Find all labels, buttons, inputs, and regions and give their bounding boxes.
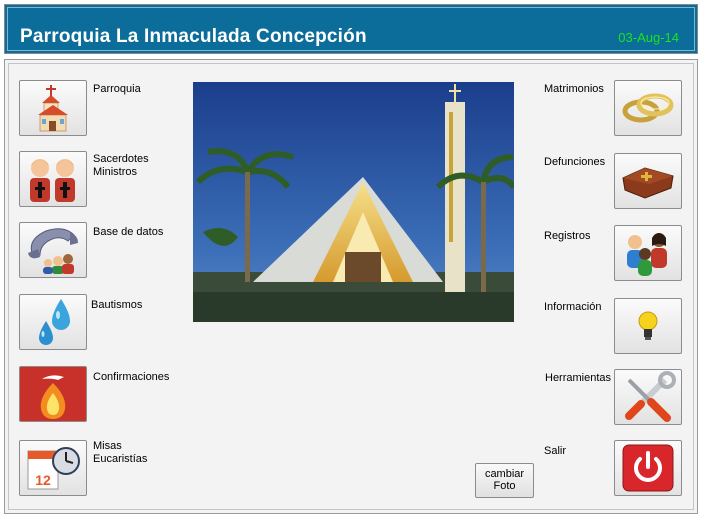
people-icon [627, 233, 667, 276]
salir-label: Salir [544, 445, 567, 457]
cambiar-foto-button[interactable]: cambiar Foto [475, 463, 534, 498]
misas-eucaristias-label: Misas Eucaristías [93, 440, 148, 465]
matrimonios-button[interactable] [614, 80, 682, 136]
base-de-datos-button[interactable] [19, 222, 87, 278]
holy-spirit-flame-icon [22, 369, 84, 419]
herramientas-button[interactable] [614, 369, 682, 425]
informacion-button[interactable] [614, 298, 682, 354]
current-date: 03-Aug-14 [618, 30, 679, 45]
calendar-clock-icon: 12 [27, 447, 80, 490]
phone-contacts-icon [28, 228, 78, 274]
herramientas-label: Herramientas [545, 372, 612, 384]
defunciones-button[interactable] [614, 153, 682, 209]
misas-eucaristias-button[interactable]: 12 [19, 440, 87, 496]
church-icon [38, 85, 68, 132]
power-icon [622, 444, 674, 492]
parroquia-label: Parroquia [93, 83, 141, 95]
registros-button[interactable] [614, 225, 682, 281]
confirmaciones-label: Confirmaciones [93, 371, 170, 383]
parroquia-button[interactable] [19, 80, 87, 136]
sacerdotes-ministros-label: Sacerdotes Ministros [93, 153, 149, 178]
svg-text:12: 12 [35, 472, 51, 488]
base-de-datos-label: Base de datos [93, 226, 164, 238]
bautismos-button[interactable] [19, 294, 87, 350]
water-drops-icon [39, 299, 70, 345]
registros-label: Registros [544, 230, 591, 242]
bautismos-label: Bautismos [91, 299, 143, 311]
church-photo [193, 82, 514, 322]
app-title: Parroquia La Inmaculada Concepción [20, 26, 367, 47]
wedding-rings-icon [622, 93, 674, 123]
salir-button[interactable] [614, 440, 682, 496]
sacerdotes-ministros-button[interactable] [19, 151, 87, 207]
priests-icon [30, 159, 75, 202]
lightbulb-icon [638, 311, 658, 340]
defunciones-label: Defunciones [544, 156, 606, 168]
tools-icon [625, 371, 676, 422]
church-photo-image [193, 82, 514, 322]
matrimonios-label: Matrimonios [544, 83, 604, 95]
informacion-label: Información [544, 301, 602, 313]
title-bar: Parroquia La Inmaculada Concepción 03-Au… [4, 4, 698, 54]
coffin-icon [622, 167, 674, 199]
confirmaciones-button[interactable] [19, 366, 87, 422]
